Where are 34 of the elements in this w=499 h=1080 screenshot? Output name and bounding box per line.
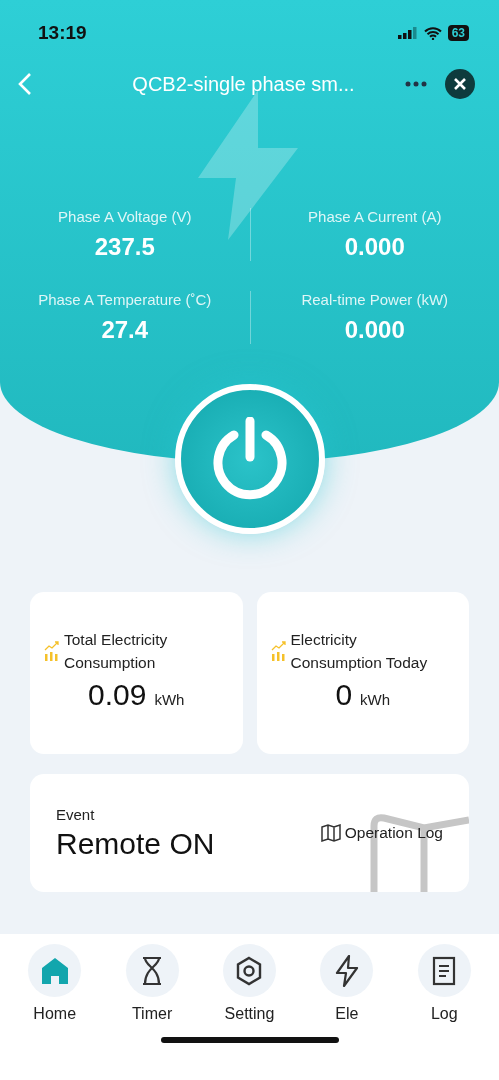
- battery-level: 63: [447, 25, 469, 41]
- card-label: Total Electricity Consumption: [64, 630, 169, 673]
- card-value: 0.09: [88, 678, 147, 712]
- lightning-icon: [334, 954, 359, 987]
- status-time: 13:19: [38, 22, 87, 44]
- chart-icon: [270, 640, 287, 662]
- operation-log-link[interactable]: Operation Log: [320, 824, 443, 842]
- reading-label: Phase A Current (A): [308, 208, 442, 225]
- reading-value: 0.000: [344, 233, 405, 261]
- home-icon: [39, 956, 70, 985]
- chart-icon: [44, 640, 60, 662]
- card-label: Electricity Consumption Today: [290, 630, 429, 673]
- document-icon: [432, 955, 457, 986]
- hourglass-icon: [141, 955, 164, 986]
- settings-icon: [235, 955, 264, 986]
- card-value: 0: [335, 678, 353, 712]
- card-unit: kWh: [154, 691, 185, 708]
- reading-label: Real-time Power (kW): [301, 291, 449, 308]
- more-icon: [405, 81, 427, 87]
- reading-value: 237.5: [94, 233, 155, 261]
- event-label: Event: [56, 805, 96, 823]
- reading-label: Phase A Temperature (˚C): [38, 291, 212, 308]
- close-icon: [453, 77, 467, 91]
- reading-value: 0.000: [344, 316, 405, 344]
- signal-icon: [397, 27, 418, 39]
- book-icon: [320, 824, 341, 842]
- wifi-icon: [423, 26, 442, 40]
- close-button[interactable]: [445, 69, 475, 99]
- back-icon: [18, 72, 32, 96]
- reading-value: 27.4: [101, 316, 149, 344]
- event-value: Remote ON: [56, 826, 216, 861]
- device-title: QCB2-single phase sm...: [131, 72, 356, 96]
- reading-label: Phase A Voltage (V): [58, 208, 192, 225]
- card-unit: kWh: [360, 691, 391, 708]
